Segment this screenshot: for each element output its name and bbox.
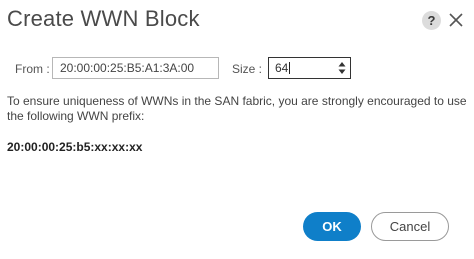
cancel-button[interactable]: Cancel — [371, 212, 449, 241]
create-wwn-block-dialog: Create WWN Block ? From : 20:00:00:25:B5… — [0, 0, 474, 259]
info-message: To ensure uniqueness of WWNs in the SAN … — [7, 94, 467, 123]
size-value: 64 — [275, 61, 289, 75]
spinner-arrows-icon[interactable] — [338, 61, 346, 75]
wwn-prefix: 20:00:00:25:b5:xx:xx:xx — [7, 140, 143, 154]
form-row: From : 20:00:00:25:B5:A1:3A:00 Size : 64 — [7, 57, 467, 81]
help-button[interactable]: ? — [422, 11, 441, 30]
close-button[interactable] — [446, 10, 466, 30]
from-input[interactable]: 20:00:00:25:B5:A1:3A:00 — [52, 57, 219, 79]
close-icon — [449, 13, 463, 27]
text-cursor — [289, 62, 291, 74]
from-label: From : — [15, 62, 50, 76]
dialog-title: Create WWN Block — [7, 6, 200, 31]
ok-button[interactable]: OK — [303, 212, 361, 241]
size-label: Size : — [232, 62, 263, 76]
size-stepper[interactable]: 64 — [268, 57, 351, 79]
